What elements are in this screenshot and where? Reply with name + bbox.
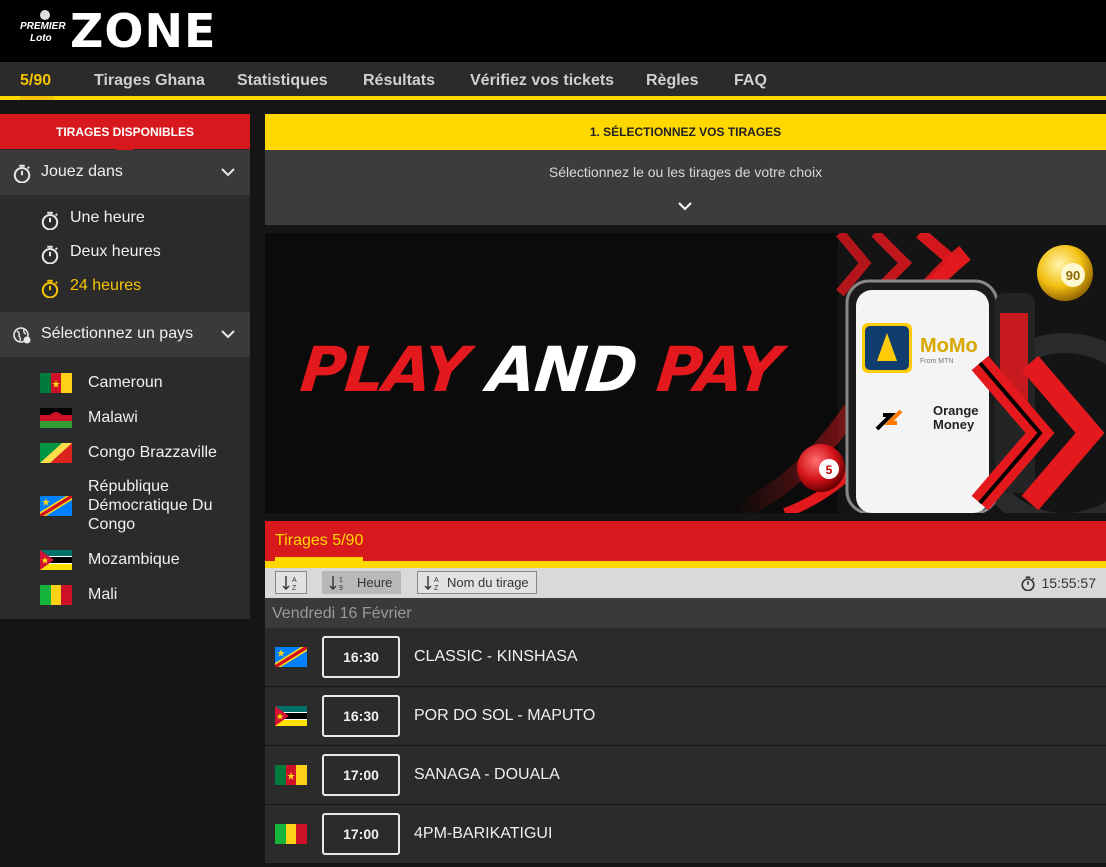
main-navigation: 5/90 Tirages Ghana Statistiques Résultat… [0, 62, 1106, 100]
draw-name: CLASSIC - KINSHASA [414, 648, 578, 665]
nav-item-regles[interactable]: Règles [646, 72, 698, 90]
sort-alpha-icon: A Z [424, 576, 439, 592]
cameroon-flag-icon [275, 765, 307, 785]
sort-alpha-icon: A Z [282, 576, 297, 592]
money-text: Money [933, 417, 975, 432]
draw-name: SANAGA - DOUALA [414, 766, 560, 783]
draw-date: Vendredi 16 Février [272, 605, 412, 622]
sort-numeric-icon: 1 9 [329, 576, 343, 592]
draw-row[interactable]: 16:30 POR DO SOL - MAPUTO [265, 687, 1106, 746]
draw-time: 17:00 [322, 754, 400, 796]
banner-play: PLAY [297, 333, 472, 406]
current-time: 15:55:57 [1041, 575, 1097, 591]
logo-loto-text: Loto [30, 33, 52, 44]
stopwatch-icon [41, 279, 59, 298]
country-section-label: Sélectionnez un pays [41, 325, 194, 342]
draws-header-divider [265, 561, 1106, 568]
svg-text:Z: Z [292, 585, 297, 592]
svg-text:9: 9 [339, 585, 343, 592]
step-title: 1. SÉLECTIONNEZ VOS TIRAGES [265, 114, 1106, 150]
country-label: Mozambique [88, 551, 180, 568]
orange-text: Orange [933, 403, 979, 418]
ball-5-label: 5 [826, 463, 833, 477]
sidebar-title: TIRAGES DISPONIBLES [0, 114, 250, 158]
step-panel[interactable]: Sélectionnez le ou les tirages de votre … [265, 150, 1106, 225]
country-label: Cameroun [88, 374, 163, 391]
momo-text: MoMo [920, 335, 978, 357]
play-in-section-toggle[interactable]: Jouez dans [0, 150, 250, 195]
draw-name: POR DO SOL - MAPUTO [414, 707, 596, 724]
banner-headline: PLAY AND PAY [297, 333, 783, 406]
sidebar: TIRAGES DISPONIBLES Jouez dans Une heure… [0, 114, 250, 619]
chevron-down-icon [221, 168, 235, 176]
banner-pay: PAY [653, 333, 784, 406]
sort-az-button[interactable]: A Z [275, 571, 307, 594]
stopwatch-icon [41, 245, 59, 264]
country-section-toggle[interactable]: Sélectionnez un pays [0, 312, 250, 357]
drc-flag-icon [275, 647, 307, 667]
banner-and: AND [484, 333, 641, 406]
svg-text:1: 1 [339, 577, 343, 584]
draw-row[interactable]: 16:30 CLASSIC - KINSHASA [265, 628, 1106, 687]
svg-text:A: A [292, 577, 297, 584]
country-label: Mali [88, 586, 118, 603]
ball-90-label: 90 [1066, 268, 1080, 283]
malawi-flag-icon [40, 408, 72, 428]
stopwatch-icon [1021, 576, 1035, 591]
time-option-label: Deux heures [70, 243, 161, 260]
svg-text:Z: Z [434, 585, 439, 592]
chevron-down-icon [678, 202, 692, 210]
sort-hour-button[interactable]: 1 9 Heure [322, 571, 401, 594]
nav-item-verifiez-tickets[interactable]: Vérifiez vos tickets [470, 72, 614, 90]
draw-time: 16:30 [322, 636, 400, 678]
step-subtitle: Sélectionnez le ou les tirages de votre … [548, 164, 823, 180]
nav-item-tirages-ghana[interactable]: Tirages Ghana [94, 72, 205, 90]
logo-premier-text: PREMIER [20, 21, 66, 32]
play-and-pay-banner[interactable]: MoMo From MTN Orange Money 90 5 PLAY AND… [265, 233, 1106, 513]
draw-date-header: Vendredi 16 Février [265, 598, 1106, 628]
mozambique-flag-icon [275, 706, 307, 726]
country-label: République Démocratique Du Congo [88, 478, 213, 533]
premier-loto-zone-logo[interactable]: PREMIER Loto ZONE [20, 4, 230, 58]
nav-item-statistiques[interactable]: Statistiques [237, 72, 328, 90]
play-in-label: Jouez dans [41, 163, 123, 180]
country-label: Congo Brazzaville [88, 444, 217, 461]
draws-header: Tirages 5/90 [265, 521, 1106, 561]
draw-row[interactable]: 17:00 SANAGA - DOUALA [265, 746, 1106, 805]
stopwatch-icon [41, 211, 59, 230]
draw-row[interactable]: 17:00 4PM-BARIKATIGUI [265, 805, 1106, 864]
chevron-down-icon [221, 330, 235, 338]
momo-subtitle: From MTN [920, 358, 953, 365]
mali-flag-icon [275, 824, 307, 844]
nav-item-faq[interactable]: FAQ [734, 72, 767, 90]
nav-item-resultats[interactable]: Résultats [363, 72, 435, 90]
drc-flag-icon [40, 496, 72, 516]
nav-item-590[interactable]: 5/90 [20, 72, 51, 90]
globe-icon [13, 327, 31, 344]
svg-text:A: A [434, 577, 439, 584]
top-header: PREMIER Loto ZONE [0, 0, 1106, 62]
stopwatch-icon [13, 164, 31, 183]
sort-hour-label: Heure [357, 575, 393, 590]
congo-flag-icon [40, 443, 72, 463]
draw-name: 4PM-BARIKATIGUI [414, 825, 553, 842]
logo-zone-text: ZONE [70, 4, 217, 58]
time-option-label: 24 heures [70, 277, 142, 294]
sort-toolbar: A Z 1 9 Heure A Z Nom du tirage 15:55:57 [265, 568, 1106, 598]
draw-time: 17:00 [322, 813, 400, 855]
nav-active-indicator [20, 96, 54, 100]
cameroon-flag-icon [40, 373, 72, 393]
draws-title: Tirages 5/90 [275, 532, 364, 549]
sort-name-label: Nom du tirage [447, 575, 529, 590]
draw-time: 16:30 [322, 695, 400, 737]
mozambique-flag-icon [40, 550, 72, 570]
sort-name-button[interactable]: A Z Nom du tirage [417, 571, 537, 594]
logo-ball-icon [40, 10, 50, 20]
country-label: Malawi [88, 409, 138, 426]
time-option-label: Une heure [70, 209, 145, 226]
mali-flag-icon [40, 585, 72, 605]
